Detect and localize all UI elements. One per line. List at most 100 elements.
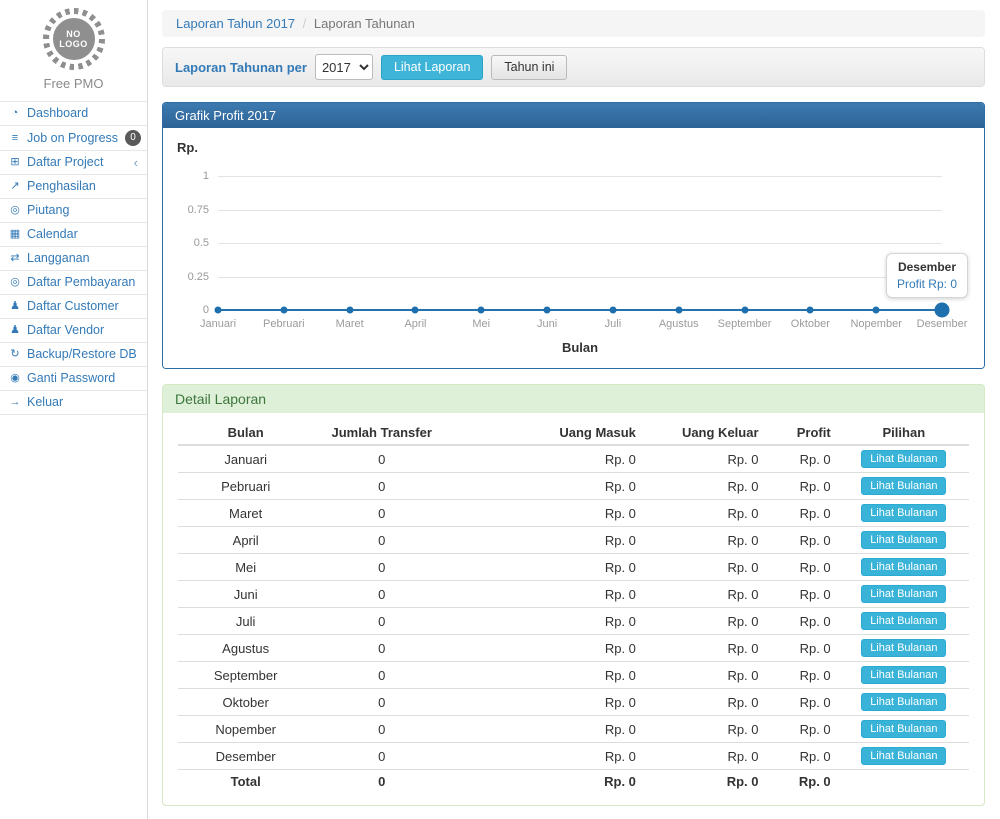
cell-uang-keluar: Rp. 0 <box>644 716 767 743</box>
view-monthly-button-pebruari[interactable]: Lihat Bulanan <box>861 477 946 495</box>
y-tick-label: 1 <box>203 170 209 182</box>
data-point-mei[interactable] <box>478 307 485 314</box>
x-tick-label: Juli <box>605 318 622 330</box>
data-point-juli[interactable] <box>609 307 616 314</box>
sidebar-item-piutang[interactable]: ◎ Piutang <box>0 199 147 223</box>
sidebar-item-label: Daftar Vendor <box>27 323 141 338</box>
sidebar-item-langganan[interactable]: ⇄ Langganan <box>0 247 147 271</box>
sidebar-item-daftar-vendor[interactable]: ♟ Daftar Vendor <box>0 319 147 343</box>
cell-uang-masuk: Rp. 0 <box>450 445 644 473</box>
view-monthly-button-januari[interactable]: Lihat Bulanan <box>861 450 946 468</box>
table-row-april: April 0 Rp. 0 Rp. 0 Rp. 0 Lihat Bulanan <box>178 527 969 554</box>
cell-uang-masuk: Rp. 0 <box>450 608 644 635</box>
cell-profit: Rp. 0 <box>767 743 839 770</box>
refresh-icon: ↻ <box>7 347 23 362</box>
tooltip-value: Profit Rp: 0 <box>897 277 957 291</box>
y-tick-label: 0.75 <box>188 204 209 216</box>
cell-uang-masuk: Rp. 0 <box>450 581 644 608</box>
data-point-desember[interactable] <box>935 303 950 318</box>
view-monthly-button-juli[interactable]: Lihat Bulanan <box>861 612 946 630</box>
cell-jumlah-transfer: 0 <box>313 473 450 500</box>
data-point-nopember[interactable] <box>873 307 880 314</box>
sidebar-item-daftar-project[interactable]: ⊞ Daftar Project ‹ <box>0 151 147 175</box>
sidebar-item-daftar-pembayaran[interactable]: ◎ Daftar Pembayaran <box>0 271 147 295</box>
money-icon: ◎ <box>7 275 23 290</box>
cell-uang-keluar: Rp. 0 <box>644 635 767 662</box>
money-icon: ◎ <box>7 203 23 218</box>
view-monthly-button-oktober[interactable]: Lihat Bulanan <box>861 693 946 711</box>
detail-report-title: Detail Laporan <box>163 385 984 413</box>
column-header-pilihan: Pilihan <box>839 421 969 445</box>
detail-report-table-wrap: Bulan Jumlah Transfer Uang Masuk Uang Ke… <box>163 413 984 805</box>
x-tick-label: Pebruari <box>263 318 305 330</box>
sidebar-item-label: Piutang <box>27 203 141 218</box>
data-point-agustus[interactable] <box>675 307 682 314</box>
sidebar-item-job-on-progress[interactable]: ≡ Job on Progress 0 <box>0 126 147 151</box>
data-point-pebruari[interactable] <box>280 307 287 314</box>
sidebar-item-label: Daftar Customer <box>27 299 141 314</box>
sidebar-item-ganti-password[interactable]: ◉ Ganti Password <box>0 367 147 391</box>
x-tick-label: Desember <box>917 318 968 330</box>
view-report-button[interactable]: Lihat Laporan <box>381 55 483 80</box>
data-point-april[interactable] <box>412 307 419 314</box>
data-point-september[interactable] <box>741 307 748 314</box>
cell-uang-masuk: Rp. 0 <box>450 500 644 527</box>
chart-tooltip: Desember Profit Rp: 0 <box>886 253 968 298</box>
table-row-oktober: Oktober 0 Rp. 0 Rp. 0 Rp. 0 Lihat Bulana… <box>178 689 969 716</box>
sidebar-item-label: Langganan <box>27 251 141 266</box>
profit-chart-plot: Desember Profit Rp: 0 Bulan 00.250.50.75… <box>218 176 942 310</box>
view-monthly-button-juni[interactable]: Lihat Bulanan <box>861 585 946 603</box>
view-monthly-button-agustus[interactable]: Lihat Bulanan <box>861 639 946 657</box>
cell-profit: Rp. 0 <box>767 716 839 743</box>
data-point-maret[interactable] <box>346 307 353 314</box>
data-point-januari[interactable] <box>215 307 222 314</box>
cell-jumlah-transfer: 0 <box>313 527 450 554</box>
table-row-maret: Maret 0 Rp. 0 Rp. 0 Rp. 0 Lihat Bulanan <box>178 500 969 527</box>
sidebar-item-dashboard[interactable]: ◔ Dashboard <box>0 102 147 126</box>
view-monthly-button-nopember[interactable]: Lihat Bulanan <box>861 720 946 738</box>
data-point-oktober[interactable] <box>807 307 814 314</box>
cell-jumlah-transfer: 0 <box>313 716 450 743</box>
cell-profit: Rp. 0 <box>767 662 839 689</box>
table-row-nopember: Nopember 0 Rp. 0 Rp. 0 Rp. 0 Lihat Bulan… <box>178 716 969 743</box>
breadcrumb-link-laporan-tahun[interactable]: Laporan Tahun 2017 <box>176 16 295 31</box>
cell-uang-keluar: Rp. 0 <box>644 743 767 770</box>
sidebar-item-penghasilan[interactable]: ↗ Penghasilan <box>0 175 147 199</box>
table-row-juni: Juni 0 Rp. 0 Rp. 0 Rp. 0 Lihat Bulanan <box>178 581 969 608</box>
cell-uang-masuk: Rp. 0 <box>450 473 644 500</box>
sidebar-item-daftar-customer[interactable]: ♟ Daftar Customer <box>0 295 147 319</box>
sidebar-item-label: Penghasilan <box>27 179 141 194</box>
filter-heading: Laporan Tahunan per 2017 Lihat Laporan T… <box>163 48 984 86</box>
cell-profit: Rp. 0 <box>767 527 839 554</box>
brand-name: Free PMO <box>0 76 147 91</box>
view-monthly-button-maret[interactable]: Lihat Bulanan <box>861 504 946 522</box>
cell-jumlah-transfer: 0 <box>313 554 450 581</box>
cell-bulan: Oktober <box>178 689 313 716</box>
view-monthly-button-desember[interactable]: Lihat Bulanan <box>861 747 946 765</box>
view-monthly-button-september[interactable]: Lihat Bulanan <box>861 666 946 684</box>
gridline <box>218 210 942 211</box>
view-monthly-button-april[interactable]: Lihat Bulanan <box>861 531 946 549</box>
cell-jumlah-transfer: 0 <box>313 500 450 527</box>
chart-title: Grafik Profit 2017 <box>163 103 984 128</box>
cell-bulan: September <box>178 662 313 689</box>
this-year-button[interactable]: Tahun ini <box>491 55 567 80</box>
detail-report-panel: Detail Laporan Bulan Jumlah Transfer Uan… <box>162 384 985 806</box>
cell-uang-keluar: Rp. 0 <box>644 689 767 716</box>
sidebar-item-keluar[interactable]: → Keluar <box>0 391 147 415</box>
sidebar-item-calendar[interactable]: ▦ Calendar <box>0 223 147 247</box>
sidebar-item-backup-restore-db[interactable]: ↻ Backup/Restore DB <box>0 343 147 367</box>
sidebar-item-label: Job on Progress <box>27 131 125 146</box>
x-tick-label: Agustus <box>659 318 699 330</box>
dashboard-icon: ◔ <box>7 106 23 121</box>
profit-line <box>218 309 942 311</box>
sidebar-item-label: Daftar Pembayaran <box>27 275 141 290</box>
year-select[interactable]: 2017 <box>315 54 373 80</box>
column-header-jumlah-transfer: Jumlah Transfer <box>313 421 450 445</box>
cell-bulan: Juli <box>178 608 313 635</box>
cell-uang-masuk: Rp. 0 <box>450 554 644 581</box>
breadcrumb: Laporan Tahun 2017 / Laporan Tahunan <box>162 10 985 37</box>
data-point-juni[interactable] <box>544 307 551 314</box>
view-monthly-button-mei[interactable]: Lihat Bulanan <box>861 558 946 576</box>
table-header-row: Bulan Jumlah Transfer Uang Masuk Uang Ke… <box>178 421 969 445</box>
